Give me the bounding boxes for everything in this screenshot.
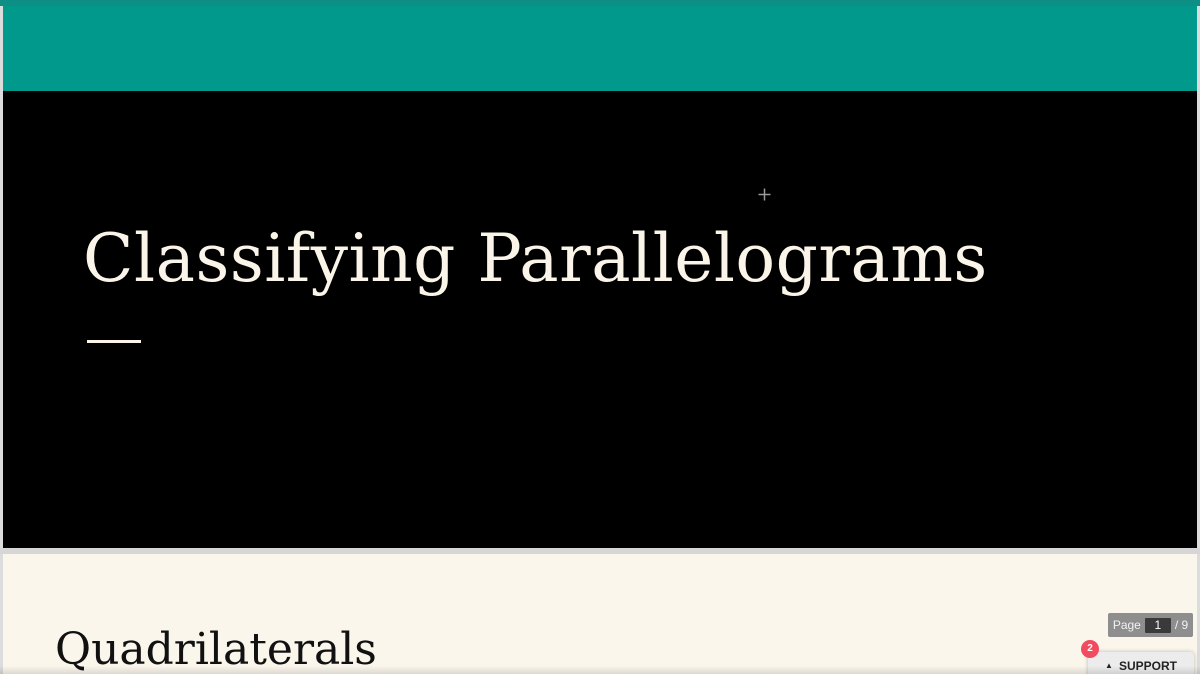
- move-cursor-icon: [758, 188, 771, 201]
- support-label: SUPPORT: [1118, 659, 1177, 673]
- slide-heading-text: Quadrilaterals: [55, 624, 377, 674]
- slide-quadrilaterals[interactable]: Quadrilaterals: [3, 554, 1197, 674]
- slide-title-text: Classifying Parallelograms: [83, 220, 988, 297]
- notification-badge: 2: [1081, 640, 1099, 658]
- current-page-input[interactable]: 1: [1144, 617, 1171, 633]
- slide-title[interactable]: Classifying Parallelograms: [3, 6, 1197, 548]
- title-accent-rule: [87, 340, 141, 343]
- page-total: / 9: [1174, 618, 1189, 632]
- page-indicator: Page 1 / 9: [1108, 613, 1193, 637]
- caret-up-icon: ▲: [1105, 661, 1113, 670]
- support-button[interactable]: ▲ SUPPORT: [1088, 652, 1194, 674]
- slide-header-band: [3, 6, 1197, 91]
- presentation-viewer[interactable]: Classifying Parallelograms Quadrilateral…: [0, 0, 1200, 674]
- page-label: Page: [1112, 618, 1141, 632]
